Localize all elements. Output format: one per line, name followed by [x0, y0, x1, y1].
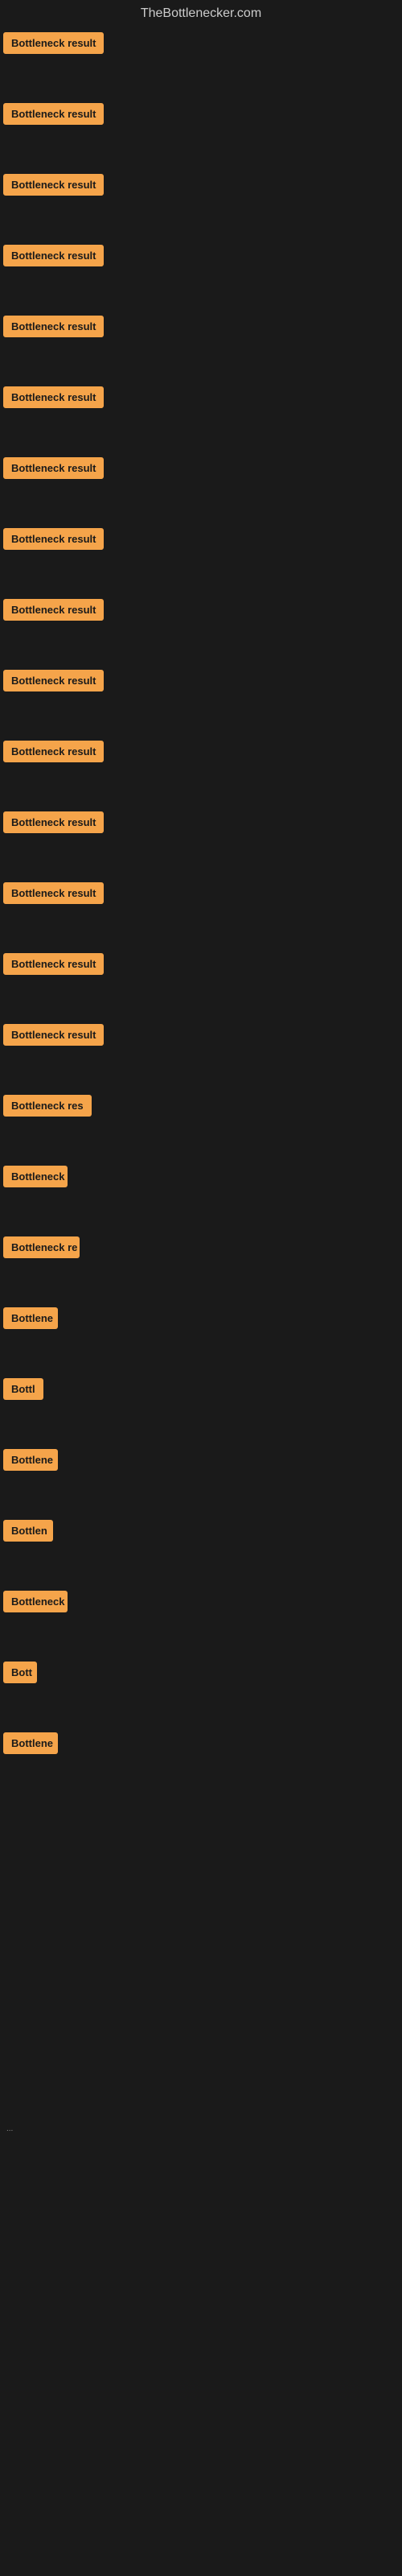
bottleneck-badge[interactable]: Bottlene [3, 1449, 58, 1471]
bottleneck-badge[interactable]: Bottleneck result [3, 811, 104, 833]
bottleneck-row: Bottlene [0, 1728, 402, 1798]
bottleneck-row: Bottleneck result [0, 523, 402, 594]
bottleneck-row: Bottleneck result [0, 240, 402, 311]
bottleneck-badge[interactable]: Bottlen [3, 1520, 53, 1542]
bottleneck-badge[interactable]: Bottl [3, 1378, 43, 1400]
bottleneck-badge[interactable]: Bottleneck result [3, 174, 104, 196]
bottleneck-badge[interactable]: Bottlene [3, 1307, 58, 1329]
bottleneck-badge[interactable]: Bottleneck result [3, 1024, 104, 1046]
bottleneck-badge[interactable]: Bottlene [3, 1732, 58, 1754]
bottleneck-badge[interactable]: Bottleneck result [3, 457, 104, 479]
bottleneck-row: Bott [0, 1657, 402, 1728]
bottleneck-row: Bottleneck result [0, 311, 402, 382]
bottleneck-row: Bottleneck result [0, 665, 402, 736]
bottleneck-row: Bottleneck result [0, 169, 402, 240]
bottleneck-badge[interactable]: Bottleneck result [3, 245, 104, 266]
bottleneck-badge[interactable]: Bottleneck re [3, 1236, 80, 1258]
bottleneck-row: Bottleneck result [0, 98, 402, 169]
bottleneck-badge[interactable]: Bottleneck result [3, 528, 104, 550]
bottleneck-row: Bottlene [0, 1444, 402, 1515]
bottleneck-badge[interactable]: Bottleneck result [3, 741, 104, 762]
bottleneck-row: Bottleneck result [0, 382, 402, 452]
ellipsis-area: ... [0, 1798, 402, 2138]
bottleneck-badge[interactable]: Bottleneck [3, 1591, 68, 1612]
bottleneck-badge[interactable]: Bott [3, 1662, 37, 1683]
bottleneck-badge[interactable]: Bottleneck result [3, 670, 104, 691]
bottleneck-badge[interactable]: Bottleneck result [3, 882, 104, 904]
bottleneck-row: Bottleneck re [0, 1232, 402, 1302]
bottleneck-badge[interactable]: Bottleneck [3, 1166, 68, 1187]
bottleneck-row: Bottleneck res [0, 1090, 402, 1161]
bottleneck-badge[interactable]: Bottleneck result [3, 599, 104, 621]
bottleneck-row: Bottl [0, 1373, 402, 1444]
bottleneck-row: Bottleneck [0, 1586, 402, 1657]
bottleneck-badge[interactable]: Bottleneck result [3, 316, 104, 337]
bottleneck-row: Bottleneck result [0, 27, 402, 98]
bottleneck-row: Bottleneck result [0, 807, 402, 877]
bottleneck-row: Bottleneck result [0, 594, 402, 665]
bottleneck-row: Bottleneck [0, 1161, 402, 1232]
bottleneck-badge[interactable]: Bottleneck result [3, 103, 104, 125]
bottleneck-row: Bottleneck result [0, 1019, 402, 1090]
bottleneck-badge[interactable]: Bottleneck result [3, 32, 104, 54]
bottleneck-badge[interactable]: Bottleneck result [3, 953, 104, 975]
site-title: TheBottlenecker.com [0, 0, 402, 27]
bottleneck-badge[interactable]: Bottleneck res [3, 1095, 92, 1117]
bottleneck-badge[interactable]: Bottleneck result [3, 386, 104, 408]
bottleneck-row: Bottleneck result [0, 736, 402, 807]
bottleneck-row: Bottleneck result [0, 948, 402, 1019]
bottleneck-row: Bottleneck result [0, 877, 402, 948]
bottleneck-row: Bottlene [0, 1302, 402, 1373]
ellipsis-text: ... [3, 2121, 16, 2136]
bottleneck-row: Bottleneck result [0, 452, 402, 523]
bottleneck-row: Bottlen [0, 1515, 402, 1586]
